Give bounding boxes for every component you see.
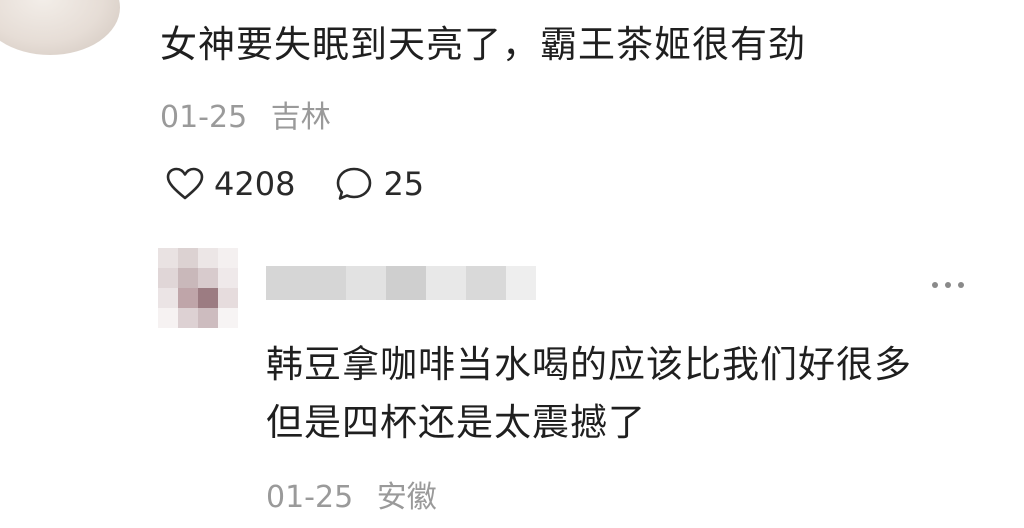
reply-text-line-1: 韩豆拿咖啡当水喝的应该比我们好很多 [266, 343, 912, 386]
heart-outline-icon [166, 167, 204, 201]
reply-date: 01-25 [266, 480, 354, 515]
comment-actions: 4208 25 [166, 160, 424, 208]
commenter-avatar[interactable] [0, 0, 120, 55]
reply-count: 25 [383, 165, 425, 203]
like-count: 4208 [214, 165, 296, 203]
reply-button[interactable]: 25 [335, 165, 424, 203]
comment-text: 女神要失眠到天亮了，霸王茶姬很有劲 [160, 23, 806, 66]
comment-location: 吉林 [270, 100, 331, 135]
reply-location: 安徽 [376, 480, 437, 515]
reply-meta: 01-25 安徽 [266, 472, 437, 516]
speech-bubble-icon [335, 166, 373, 202]
more-options-icon[interactable] [924, 270, 972, 300]
comment-date: 01-25 [160, 100, 248, 135]
reply-avatar[interactable] [158, 248, 238, 328]
like-button[interactable]: 4208 [166, 165, 295, 203]
comment-meta: 01-25 吉林 [160, 92, 331, 136]
reply-text-line-2: 但是四杯还是太震撼了 [266, 401, 646, 444]
reply-text: 韩豆拿咖啡当水喝的应该比我们好很多 但是四杯还是太震撼了 [266, 336, 986, 452]
reply-username-blurred[interactable] [266, 266, 536, 300]
